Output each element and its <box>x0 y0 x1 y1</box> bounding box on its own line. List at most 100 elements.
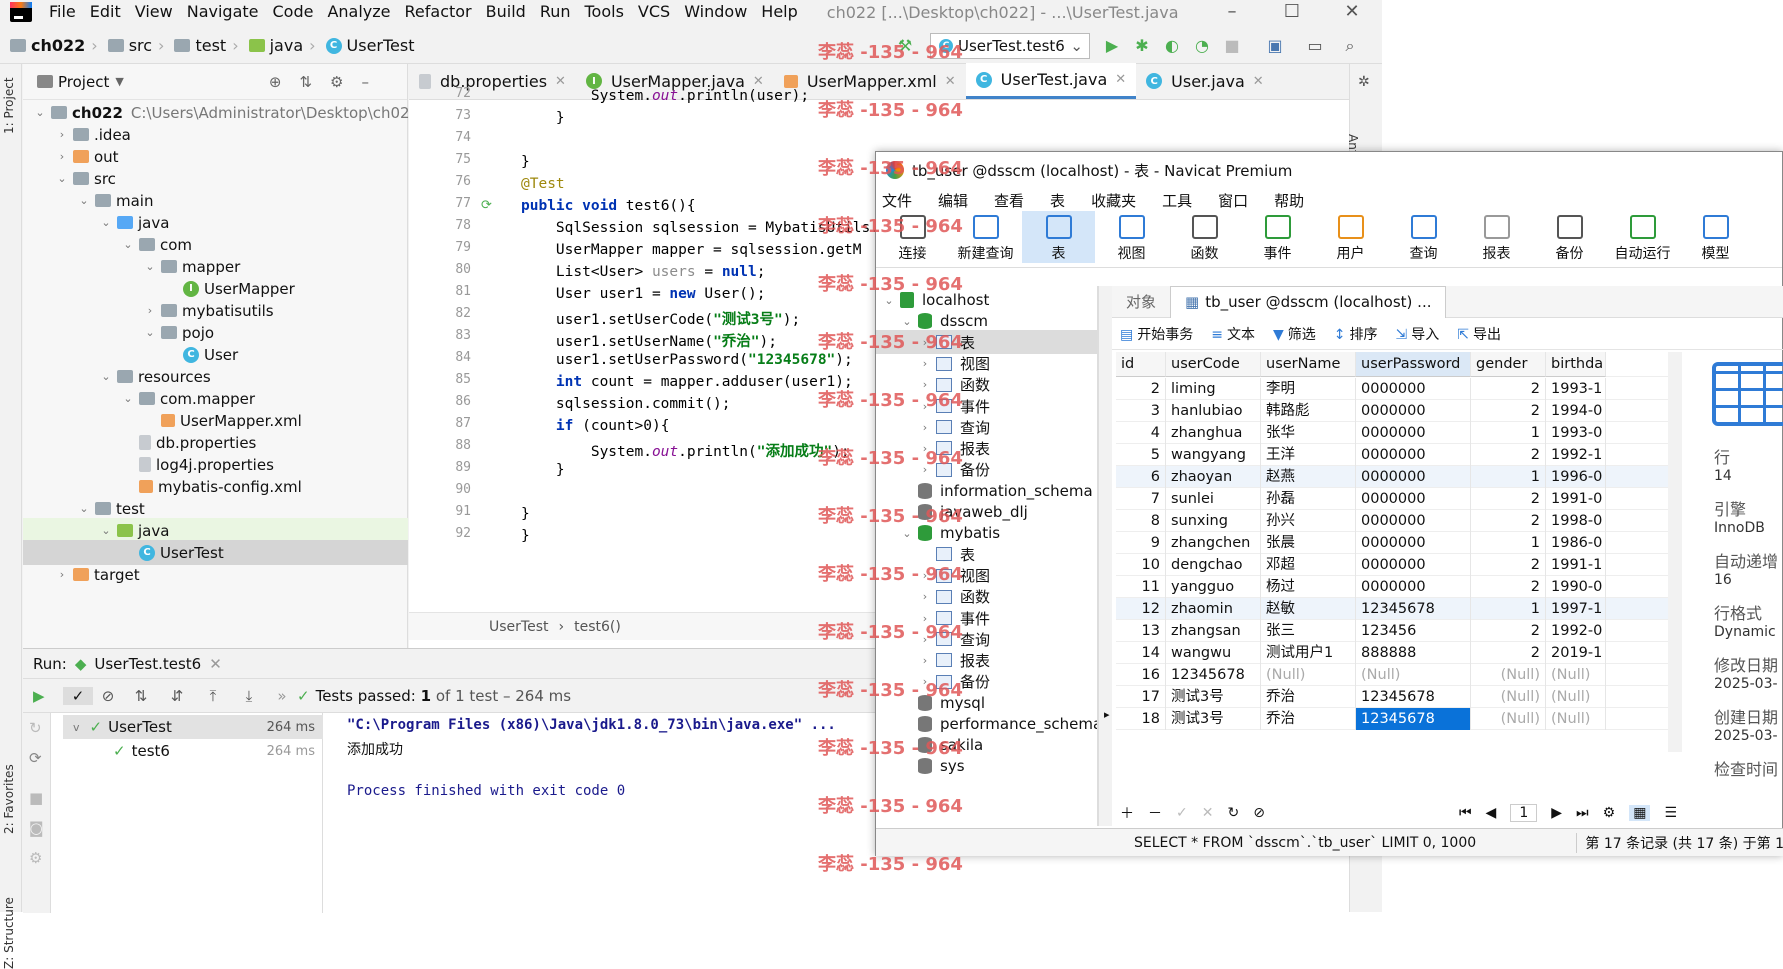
last-page-icon[interactable]: ⏭ <box>1576 805 1589 821</box>
grid-cell[interactable]: 1992-0 <box>1546 620 1606 642</box>
navicat-menu-item[interactable]: 帮助 <box>1274 190 1304 211</box>
close-icon[interactable]: ✕ <box>945 74 956 89</box>
grid-cell[interactable]: wangyang <box>1166 444 1261 466</box>
expand-arrow-icon[interactable]: › <box>143 304 157 317</box>
expand-arrow-icon[interactable]: ⌄ <box>99 216 113 229</box>
delete-record-icon[interactable]: － <box>1148 803 1162 823</box>
menu-window[interactable]: Window <box>677 0 754 24</box>
grid-row[interactable]: 9 zhangchen 张晨 0000000 1 1986-0 <box>1116 532 1676 554</box>
grid-cell[interactable]: 4 <box>1116 422 1166 444</box>
expand-arrow-icon[interactable]: ⌄ <box>121 392 135 405</box>
expand-arrow-icon[interactable]: ⌄ <box>143 260 157 273</box>
expand-arrow-icon[interactable]: › <box>918 400 932 413</box>
grid-row[interactable]: 17 测试3号 乔治 12345678 (Null) (Null) <box>1116 686 1676 708</box>
crumb-method[interactable]: test6() <box>574 619 621 635</box>
grid-cell[interactable]: 2 <box>1471 576 1546 598</box>
refresh-icon[interactable]: ↻ <box>1227 805 1239 821</box>
toolbar-query-button[interactable]: 查询 <box>1387 215 1460 263</box>
grid-cell[interactable]: 李明 <box>1261 378 1356 400</box>
navicat-menu-item[interactable]: 文件 <box>882 190 912 211</box>
close-icon[interactable]: ✕ <box>209 655 222 673</box>
action-sort-button[interactable]: ↕ 排序 <box>1334 324 1378 344</box>
menu-refactor[interactable]: Refactor <box>398 0 479 24</box>
grid-cell[interactable]: 1 <box>1471 532 1546 554</box>
run-gutter-icon[interactable]: ⟳ <box>481 198 492 213</box>
grid-row[interactable]: 3 hanlubiao 韩路彪 0000000 2 1994-0 <box>1116 400 1676 422</box>
grid-row[interactable]: 18 测试3号 乔治 12345678 (Null) (Null) ▸ <box>1104 708 1676 730</box>
project-panel-tools[interactable]: ⊕⇅⚙– <box>269 73 387 91</box>
test-tree-row-class[interactable]: v ✓ UserTest 264 ms <box>63 715 323 739</box>
grid-cell[interactable]: 888888 <box>1356 642 1471 664</box>
camera-icon[interactable]: ◙ <box>29 819 44 837</box>
grid-cell[interactable]: 1991-0 <box>1546 488 1606 510</box>
toolbar-event-button[interactable]: 事件 <box>1241 215 1314 263</box>
expand-arrow-icon[interactable]: › <box>55 128 69 141</box>
action-filter-button[interactable]: ▼ 筛选 <box>1273 324 1316 344</box>
grid-cell[interactable]: 1992-1 <box>1546 444 1606 466</box>
grid-cell[interactable]: 2019-1 <box>1546 642 1606 664</box>
grid-cell[interactable]: 张三 <box>1261 620 1356 642</box>
column-header[interactable]: userPassword <box>1356 352 1471 377</box>
grid-row[interactable]: 13 zhangsan 张三 123456 2 1992-0 <box>1116 620 1676 642</box>
grid-cell[interactable]: 测试3号 <box>1166 686 1261 708</box>
grid-cell[interactable]: 1996-0 <box>1546 466 1606 488</box>
action-text-button[interactable]: ≡ 文本 <box>1211 324 1255 344</box>
expand-arrow-icon[interactable]: ⌄ <box>882 294 896 307</box>
close-icon[interactable]: ✕ <box>1322 0 1382 24</box>
grid-cell[interactable]: 12345678 <box>1356 598 1471 620</box>
grid-cell[interactable]: 韩路彪 <box>1261 400 1356 422</box>
toolbar-automation-button[interactable]: 自动运行 <box>1606 215 1679 263</box>
grid-cell[interactable]: 9 <box>1116 532 1166 554</box>
expand-arrow-icon[interactable]: ⌄ <box>77 194 91 207</box>
grid-cell[interactable]: zhaomin <box>1166 598 1261 620</box>
grid-cell[interactable]: 0000000 <box>1356 400 1471 422</box>
expand-arrow-icon[interactable]: › <box>918 378 932 391</box>
grid-row[interactable]: 4 zhanghua 张华 0000000 1 1993-0 <box>1116 422 1676 444</box>
grid-cell[interactable]: 11 <box>1116 576 1166 598</box>
grid-cell[interactable]: 12 <box>1116 598 1166 620</box>
grid-cell[interactable]: 1998-0 <box>1546 510 1606 532</box>
grid-cell[interactable]: (Null) <box>1261 664 1356 686</box>
expand-arrow-icon[interactable]: ⌄ <box>900 527 914 540</box>
chevron-down-icon[interactable]: ▼ <box>115 75 123 88</box>
sort-duration-icon[interactable]: ⇵ <box>159 687 195 705</box>
action-begin-transaction-button[interactable]: ▤ 开始事务 <box>1120 324 1193 344</box>
page-input[interactable]: 1 <box>1510 804 1538 822</box>
toggle-auto-test-icon[interactable]: ⟳ <box>29 749 42 767</box>
menu-view[interactable]: View <box>128 0 180 24</box>
grid-cell[interactable]: 1990-0 <box>1546 576 1606 598</box>
stop-icon[interactable]: ⊘ <box>1253 805 1265 821</box>
editor-tab[interactable]: C UserTest.java ✕ <box>965 63 1137 99</box>
expand-arrow-icon[interactable]: › <box>918 654 932 667</box>
grid-cell[interactable]: (Null) <box>1471 708 1546 730</box>
grid-cell[interactable]: 1986-0 <box>1546 532 1606 554</box>
expand-arrow-icon[interactable]: ⌄ <box>99 524 113 537</box>
action-export-button[interactable]: ⇱ 导出 <box>1457 324 1501 344</box>
profile-icon[interactable]: ◔ <box>1192 36 1212 56</box>
grid-cell[interactable]: dengchao <box>1166 554 1261 576</box>
grid-cell[interactable]: 1 <box>1471 422 1546 444</box>
expand-arrow-icon[interactable]: ⌄ <box>33 106 47 119</box>
grid-cell[interactable]: (Null) <box>1546 686 1606 708</box>
grid-cell[interactable]: 1991-1 <box>1546 554 1606 576</box>
expand-arrow-icon[interactable]: › <box>918 357 932 370</box>
grid-cell[interactable]: (Null) <box>1546 708 1606 730</box>
column-header[interactable]: id <box>1116 352 1166 377</box>
grid-row[interactable]: 8 sunxing 孙兴 0000000 2 1998-0 <box>1116 510 1676 532</box>
form-view-icon[interactable]: ☰ <box>1664 805 1677 821</box>
test-tree-row-method[interactable]: ✓ test6 264 ms <box>63 739 323 763</box>
grid-cell[interactable]: 测试3号 <box>1166 708 1261 730</box>
grid-cell[interactable]: 孙兴 <box>1261 510 1356 532</box>
search-icon[interactable]: ⌕ <box>1340 36 1360 56</box>
run-icon[interactable]: ▶ <box>1102 36 1122 56</box>
grid-cell[interactable]: 0000000 <box>1356 510 1471 532</box>
data-grid[interactable]: id userCode userName userPassword gender birt… <box>1104 352 1676 752</box>
toolbar-backup-button[interactable]: 备份 <box>1533 215 1606 263</box>
grid-cell[interactable]: sunxing <box>1166 510 1261 532</box>
tab-objects[interactable]: 对象 <box>1112 286 1170 318</box>
grid-cell[interactable]: 张华 <box>1261 422 1356 444</box>
expand-arrow-icon[interactable]: › <box>55 568 69 581</box>
grid-row[interactable]: 10 dengchao 邓超 0000000 2 1991-1 <box>1116 554 1676 576</box>
menu-build[interactable]: Build <box>479 0 533 24</box>
menu-vcs[interactable]: VCS <box>631 0 677 24</box>
